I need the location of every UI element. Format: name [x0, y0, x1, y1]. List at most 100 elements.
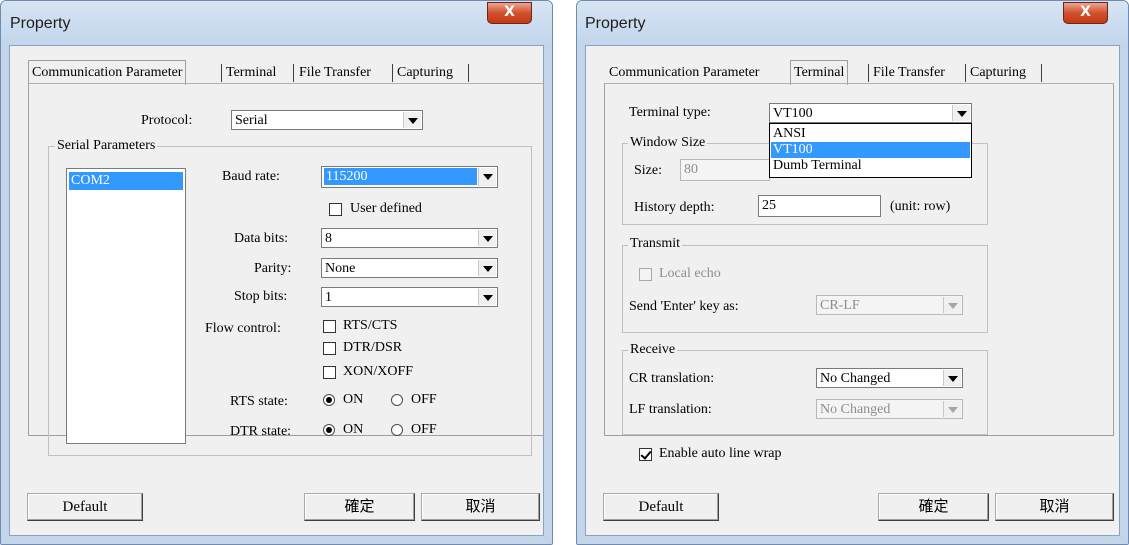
- xon-xoff-label: XON/XOFF: [343, 364, 414, 379]
- ok-button[interactable]: 確定: [304, 493, 415, 521]
- stop-bits-label: Stop bits:: [234, 289, 288, 304]
- tab-separator: [965, 64, 966, 82]
- local-echo-label: Local echo: [659, 266, 721, 281]
- chevron-down-icon[interactable]: [478, 230, 496, 246]
- cancel-button[interactable]: 取消: [421, 493, 540, 521]
- transmit-group: [622, 245, 988, 333]
- cr-translation-select[interactable]: No Changed: [816, 368, 963, 388]
- auto-line-wrap-checkbox[interactable]: [639, 448, 652, 461]
- tab-separator: [868, 64, 869, 82]
- title-bar: Property X: [1, 1, 552, 45]
- dtr-dsr-checkbox[interactable]: [323, 342, 336, 355]
- lf-translation-select[interactable]: No Changed: [816, 399, 963, 419]
- history-depth-label: History depth:: [634, 200, 715, 215]
- receive-group: [622, 350, 988, 435]
- stop-bits-select[interactable]: 1: [321, 287, 498, 307]
- tab-capturing[interactable]: Capturing: [397, 63, 453, 83]
- local-echo-checkbox[interactable]: [639, 268, 652, 281]
- size-input[interactable]: 80: [680, 159, 770, 181]
- tab-file-transfer[interactable]: File Transfer: [299, 63, 371, 83]
- close-icon[interactable]: X: [1080, 4, 1091, 20]
- window-title: Property: [10, 15, 71, 32]
- baud-rate-label: Baud rate:: [222, 169, 280, 184]
- rts-state-label: RTS state:: [230, 394, 288, 409]
- option-ansi[interactable]: ANSI: [771, 126, 970, 142]
- data-bits-value: 8: [325, 231, 332, 246]
- tab-terminal[interactable]: Terminal: [790, 60, 849, 85]
- ok-button[interactable]: 確定: [878, 493, 989, 521]
- cancel-button-label: 取消: [465, 499, 496, 515]
- default-button-label: Default: [62, 499, 108, 515]
- chevron-down-icon[interactable]: [943, 297, 961, 313]
- tab-separator: [293, 64, 294, 82]
- dialog-client: Communication Parameter Terminal File Tr…: [585, 45, 1120, 536]
- title-bar: Property X: [577, 1, 1128, 45]
- chevron-down-icon[interactable]: [478, 260, 496, 276]
- dtr-off-radio[interactable]: [391, 424, 403, 436]
- rts-on-label: ON: [343, 392, 364, 407]
- tab-capturing[interactable]: Capturing: [970, 63, 1026, 83]
- terminal-type-dropdown[interactable]: ANSI VT100 Dumb Terminal: [769, 123, 972, 178]
- cr-translation-label: CR translation:: [629, 371, 715, 386]
- baud-rate-select[interactable]: 115200: [321, 166, 498, 188]
- list-item[interactable]: COM2: [69, 172, 183, 190]
- default-button[interactable]: Default: [27, 493, 143, 521]
- dtr-dsr-label: DTR/DSR: [343, 340, 403, 355]
- data-bits-select[interactable]: 8: [321, 228, 498, 248]
- close-icon[interactable]: X: [504, 4, 515, 20]
- property-window-serial: Property X Communication Parameter Termi…: [0, 0, 553, 545]
- baud-rate-value: 115200: [324, 168, 477, 185]
- window-title: Property: [585, 15, 646, 32]
- chevron-down-icon[interactable]: [403, 112, 421, 128]
- user-defined-checkbox[interactable]: [329, 203, 342, 216]
- ok-button-label: 確定: [344, 499, 375, 515]
- size-label: Size:: [634, 163, 662, 178]
- chevron-down-icon[interactable]: [943, 370, 961, 386]
- cr-translation-value: No Changed: [820, 371, 891, 386]
- tab-communication-parameter[interactable]: Communication Parameter: [609, 63, 759, 83]
- chevron-down-icon[interactable]: [952, 105, 970, 121]
- protocol-value: Serial: [235, 113, 268, 128]
- close-button[interactable]: X: [487, 2, 532, 24]
- protocol-select[interactable]: Serial: [231, 110, 423, 130]
- tab-communication-parameter[interactable]: Communication Parameter: [28, 60, 187, 85]
- tab-separator: [221, 64, 222, 82]
- option-dumb-terminal[interactable]: Dumb Terminal: [771, 158, 970, 174]
- parity-label: Parity:: [254, 261, 292, 276]
- parity-value: None: [325, 261, 356, 276]
- flow-control-label: Flow control:: [205, 321, 281, 336]
- chevron-down-icon[interactable]: [943, 401, 961, 417]
- rts-on-radio[interactable]: [323, 394, 335, 406]
- dtr-on-radio[interactable]: [323, 424, 335, 436]
- port-list[interactable]: COM2: [66, 168, 186, 444]
- cancel-button-label: 取消: [1039, 499, 1070, 515]
- dtr-on-label: ON: [343, 422, 364, 437]
- tab-file-transfer[interactable]: File Transfer: [873, 63, 945, 83]
- ok-button-label: 確定: [918, 499, 949, 515]
- rts-off-label: OFF: [411, 392, 437, 407]
- tab-separator: [1041, 64, 1042, 82]
- close-button[interactable]: X: [1063, 2, 1108, 24]
- option-vt100[interactable]: VT100: [771, 142, 970, 158]
- tab-separator: [468, 64, 469, 82]
- send-enter-select[interactable]: CR-LF: [816, 295, 963, 315]
- dtr-off-label: OFF: [411, 422, 437, 437]
- auto-line-wrap-label: Enable auto line wrap: [659, 446, 782, 461]
- default-button[interactable]: Default: [603, 493, 719, 521]
- rts-cts-checkbox[interactable]: [323, 320, 336, 333]
- rts-off-radio[interactable]: [391, 394, 403, 406]
- terminal-type-select[interactable]: VT100: [769, 103, 972, 123]
- lf-translation-value: No Changed: [820, 402, 891, 417]
- chevron-down-icon[interactable]: [478, 289, 496, 305]
- history-depth-input[interactable]: 25: [758, 195, 881, 217]
- tab-terminal[interactable]: Terminal: [226, 63, 276, 83]
- transmit-label: Transmit: [628, 236, 683, 252]
- xon-xoff-checkbox[interactable]: [323, 366, 336, 379]
- terminal-type-value: VT100: [773, 106, 813, 121]
- send-enter-value: CR-LF: [820, 298, 860, 313]
- chevron-down-icon[interactable]: [478, 168, 496, 186]
- parity-select[interactable]: None: [321, 258, 498, 278]
- lf-translation-label: LF translation:: [629, 402, 712, 417]
- rts-cts-label: RTS/CTS: [343, 318, 398, 333]
- cancel-button[interactable]: 取消: [995, 493, 1114, 521]
